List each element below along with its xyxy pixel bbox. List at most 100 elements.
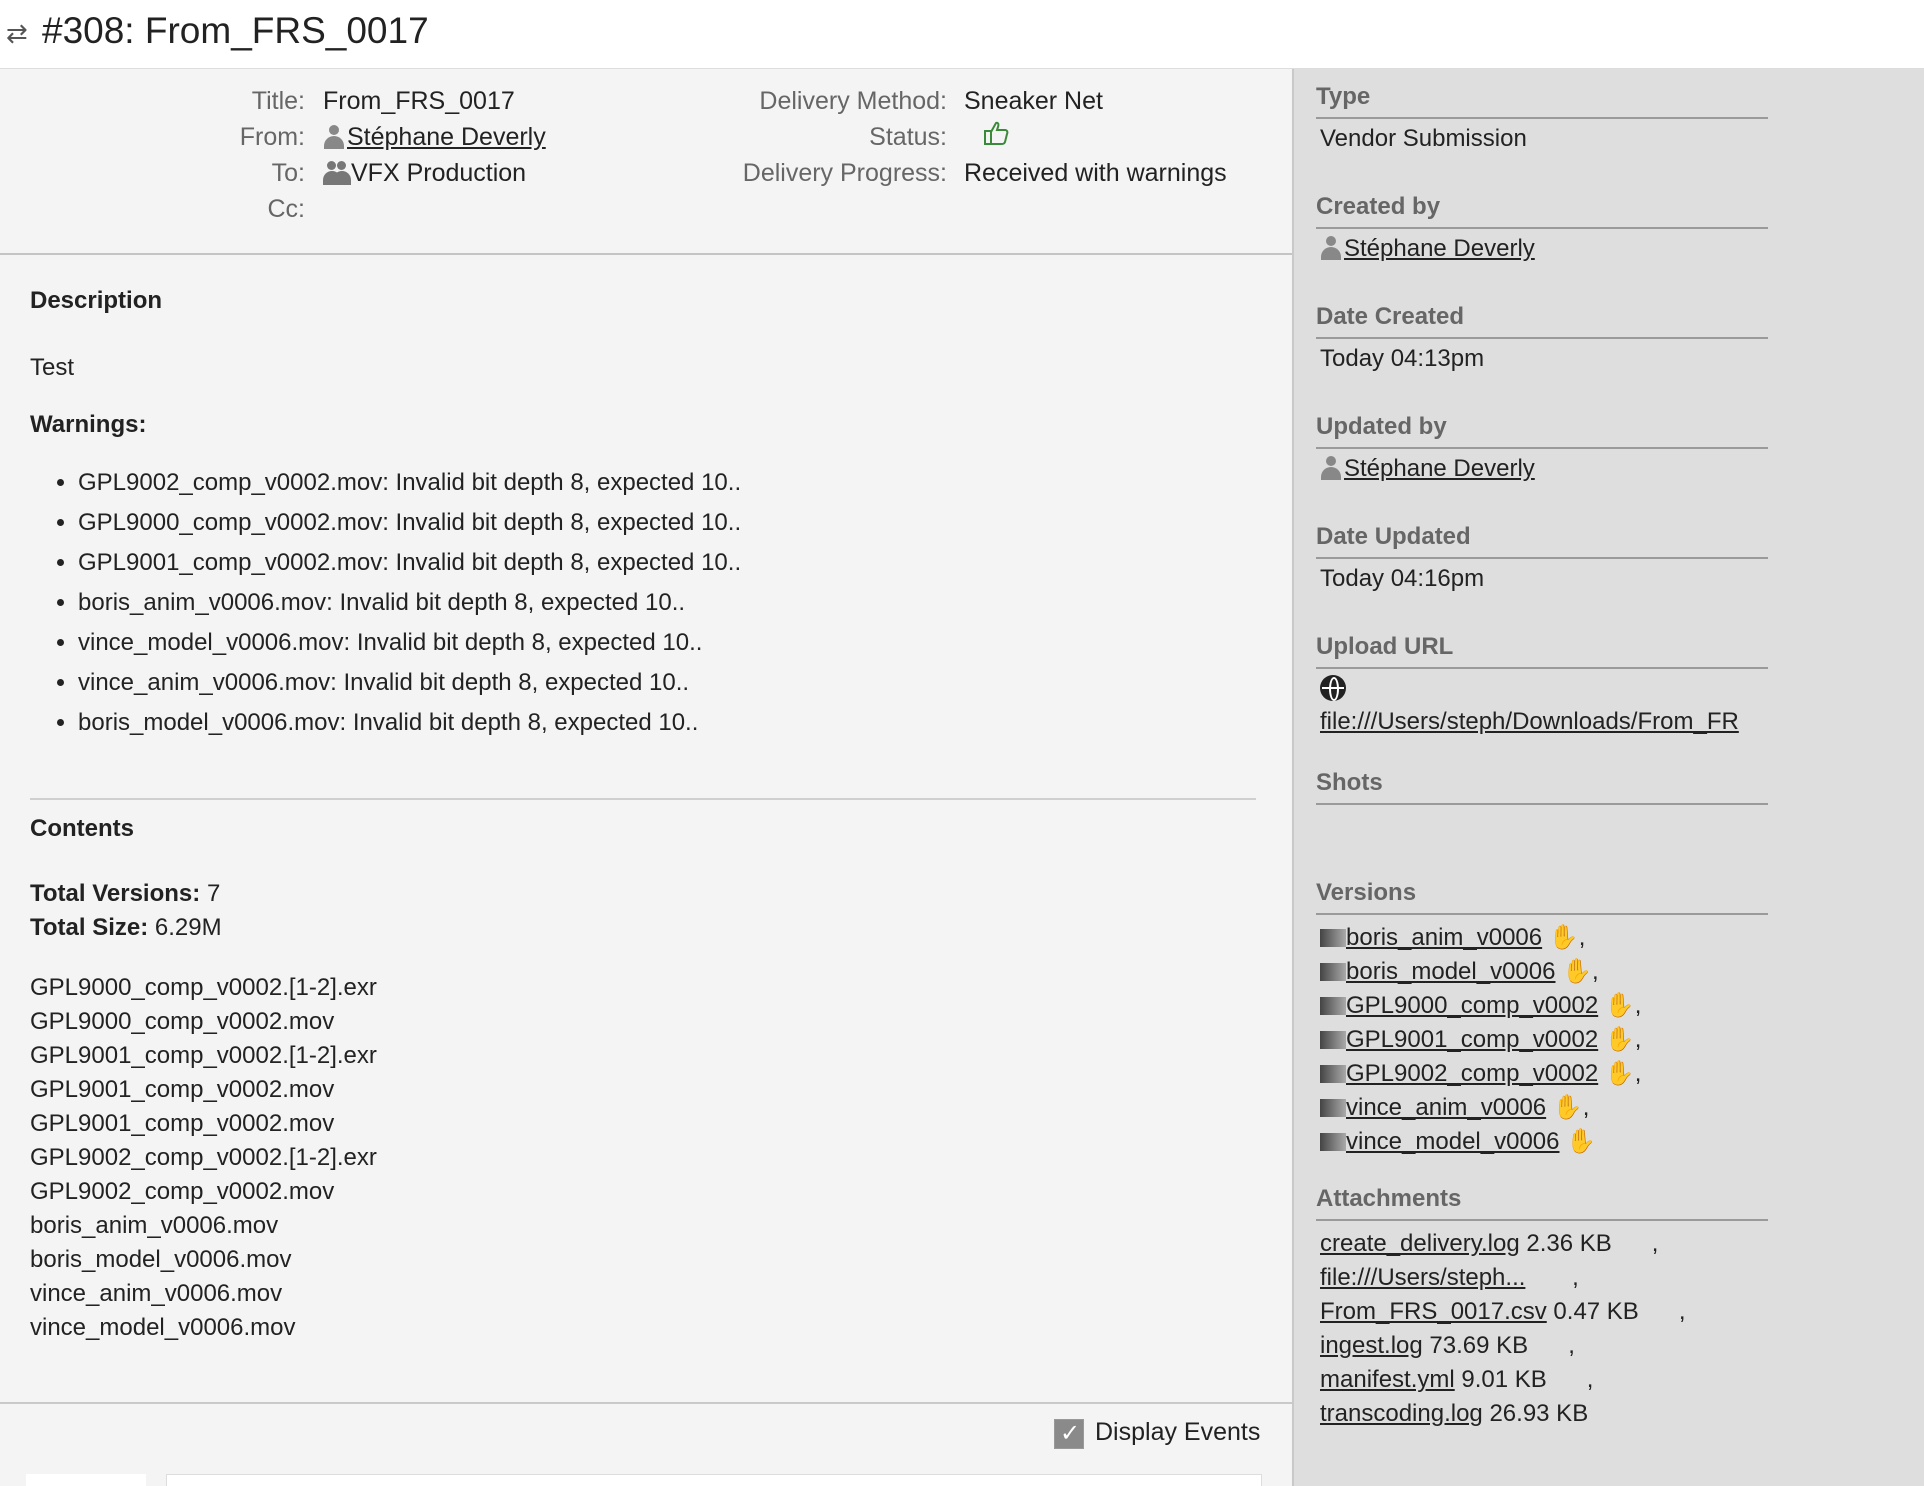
upload-url-section: Upload URL file:///Users/steph/Downloads…	[1316, 633, 1768, 736]
meta-from-label: From:	[239, 123, 305, 151]
from-user-link[interactable]: Stéphane Deverly	[347, 123, 546, 151]
file-item: GPL9001_comp_v0002.mov	[30, 1076, 335, 1103]
meta-title-row: Title: From_FRS_0017	[0, 83, 700, 119]
warning-item: GPL9001_comp_v0002.mov: Invalid bit dept…	[78, 543, 741, 583]
version-item: boris_model_v0006 ✋,	[1320, 955, 1768, 989]
person-icon	[1320, 236, 1342, 260]
separator: ,	[1634, 1060, 1642, 1087]
version-link[interactable]: GPL9002_comp_v0002	[1346, 1060, 1598, 1087]
section-divider	[30, 798, 1256, 800]
version-link[interactable]: vince_model_v0006	[1346, 1128, 1559, 1155]
meta-delivery-method-value: Sneaker Net	[964, 87, 1103, 115]
version-thumbnail	[1320, 929, 1346, 947]
attachment-link[interactable]: create_delivery.log	[1320, 1230, 1520, 1257]
details-sidebar: Type Vendor Submission Created by Stépha…	[1294, 69, 1924, 1486]
separator: ,	[1592, 958, 1599, 985]
version-link[interactable]: boris_model_v0006	[1346, 958, 1555, 985]
separator: ,	[1568, 1332, 1575, 1359]
version-link[interactable]: GPL9001_comp_v0002	[1346, 1026, 1598, 1053]
version-link[interactable]: boris_anim_v0006	[1346, 924, 1542, 951]
hand-icon: ✋	[1604, 1026, 1635, 1053]
attachments-section: Attachments create_delivery.log 2.36 KB …	[1316, 1185, 1768, 1431]
version-thumbnail	[1320, 1133, 1346, 1151]
attachment-item: file:///Users/steph... ,	[1316, 1261, 1768, 1295]
meta-to-label: To:	[271, 159, 305, 187]
meta-from-wrap: Stéphane Deverly	[323, 119, 546, 155]
file-item: vince_anim_v0006.mov	[30, 1280, 283, 1307]
delivery-meta: Title: From_FRS_0017 From: Stéphane Deve…	[0, 69, 1292, 255]
group-icon	[323, 159, 351, 185]
hand-icon: ✋	[1604, 1060, 1635, 1087]
separator: ,	[1634, 992, 1642, 1019]
created-by-wrap: Stéphane Deverly	[1316, 235, 1768, 263]
warning-item: boris_model_v0006.mov: Invalid bit depth…	[78, 703, 741, 743]
attachment-link[interactable]: manifest.yml	[1320, 1366, 1455, 1393]
meta-status-label: Status:	[869, 123, 947, 151]
updated-by-link[interactable]: Stéphane Deverly	[1344, 455, 1535, 482]
description-heading: Description	[30, 287, 163, 314]
display-events-label[interactable]: Display Events	[1095, 1418, 1260, 1447]
version-link[interactable]: vince_anim_v0006	[1346, 1094, 1546, 1121]
file-item: GPL9001_comp_v0002.mov	[30, 1110, 335, 1137]
separator: ,	[1582, 1094, 1590, 1121]
version-item: GPL9000_comp_v0002 ✋,	[1320, 989, 1768, 1023]
total-versions: Total Versions: 7	[30, 880, 220, 908]
type-heading: Type	[1316, 83, 1768, 119]
attachment-link[interactable]: ingest.log	[1320, 1332, 1423, 1359]
created-by-link[interactable]: Stéphane Deverly	[1344, 235, 1535, 262]
warning-item: vince_anim_v0006.mov: Invalid bit depth …	[78, 663, 741, 703]
upload-url-heading: Upload URL	[1316, 633, 1768, 669]
version-link[interactable]: GPL9000_comp_v0002	[1346, 992, 1598, 1019]
hand-icon: ✋	[1548, 924, 1579, 951]
note-input[interactable]	[166, 1474, 1262, 1486]
meta-delivery-method-label: Delivery Method:	[759, 87, 947, 115]
file-item: boris_anim_v0006.mov	[30, 1212, 279, 1239]
attachment-link[interactable]: file:///Users/steph...	[1320, 1264, 1525, 1291]
page-title: #308: From_FRS_0017	[42, 10, 429, 51]
meta-title-value: From_FRS_0017	[323, 87, 515, 115]
date-updated-section: Date Updated Today 04:16pm	[1316, 523, 1768, 593]
version-thumbnail	[1320, 1099, 1346, 1117]
checkmark-icon: ✓	[1060, 1420, 1081, 1447]
shots-section: Shots	[1316, 769, 1768, 805]
separator: ,	[1572, 1264, 1579, 1291]
total-size-value: 6.29M	[154, 914, 222, 941]
version-item: vince_model_v0006 ✋	[1320, 1125, 1768, 1159]
meta-status-row: Status:	[700, 119, 1290, 155]
attachments-list: create_delivery.log 2.36 KB , file:///Us…	[1316, 1227, 1768, 1431]
contents-file-list: GPL9000_comp_v0002.[1-2].exr GPL9000_com…	[30, 971, 377, 1345]
shots-heading: Shots	[1316, 769, 1768, 805]
attachment-size: 9.01 KB	[1461, 1366, 1547, 1393]
total-size-label: Total Size:	[30, 914, 149, 941]
person-icon	[1320, 456, 1342, 480]
hand-icon: ✋	[1566, 1128, 1597, 1155]
version-thumbnail	[1320, 963, 1346, 981]
avatar	[26, 1474, 146, 1486]
attachment-size: 0.47 KB	[1553, 1298, 1639, 1325]
separator: ,	[1634, 1026, 1642, 1053]
hand-icon: ✋	[1604, 992, 1635, 1019]
type-value: Vendor Submission	[1320, 125, 1527, 152]
warnings-heading: Warnings:	[30, 411, 147, 438]
attachment-link[interactable]: From_FRS_0017.csv	[1320, 1298, 1547, 1325]
file-item: boris_model_v0006.mov	[30, 1246, 292, 1273]
version-thumbnail	[1320, 997, 1346, 1015]
attachment-link[interactable]: transcoding.log	[1320, 1400, 1483, 1427]
version-thumbnail	[1320, 1031, 1346, 1049]
meta-delivery-method-row: Delivery Method: Sneaker Net	[700, 83, 1290, 119]
attachment-item: ingest.log 73.69 KB ,	[1316, 1329, 1768, 1363]
display-events-checkbox[interactable]: ✓	[1054, 1419, 1084, 1449]
main-panel: Title: From_FRS_0017 From: Stéphane Deve…	[0, 69, 1294, 1486]
total-versions-label: Total Versions:	[30, 880, 201, 907]
meta-delivery-progress-row: Delivery Progress: Received with warning…	[700, 155, 1290, 191]
attachment-item: transcoding.log 26.93 KB	[1316, 1397, 1768, 1431]
upload-url-link[interactable]: file:///Users/steph/Downloads/From_FR	[1320, 708, 1766, 736]
versions-list: boris_anim_v0006 ✋, boris_model_v0006 ✋,…	[1316, 921, 1768, 1159]
attachment-size: 26.93 KB	[1489, 1400, 1589, 1427]
date-created-section: Date Created Today 04:13pm	[1316, 303, 1768, 373]
attachments-heading: Attachments	[1316, 1185, 1768, 1221]
updated-by-heading: Updated by	[1316, 413, 1768, 449]
events-bar: ✓ Display Events	[0, 1402, 1292, 1486]
file-item: GPL9002_comp_v0002.[1-2].exr	[30, 1144, 377, 1171]
person-icon	[323, 125, 345, 149]
